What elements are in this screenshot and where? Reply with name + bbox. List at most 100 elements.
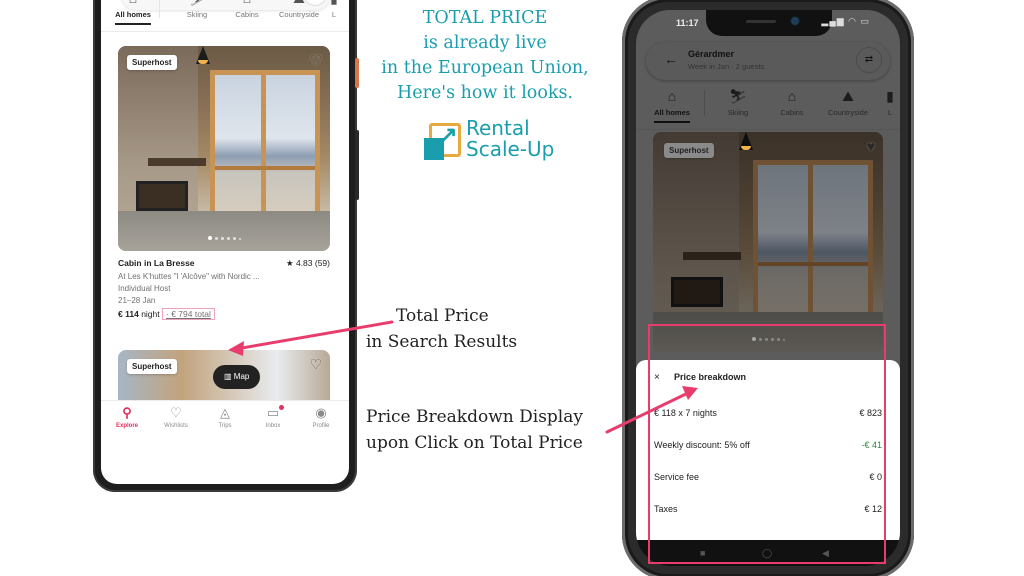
separator: · bbox=[166, 309, 169, 319]
map-icon: ▥ bbox=[224, 372, 232, 381]
heart-icon[interactable]: ♥ bbox=[867, 138, 875, 154]
superhost-badge: Superhost bbox=[664, 143, 714, 158]
category-more[interactable]: ▮ L bbox=[319, 0, 349, 19]
tab-profile[interactable]: ◉ Profile bbox=[297, 405, 345, 429]
expand-arrow-icon: ↗ bbox=[439, 122, 458, 147]
skiing-icon: ⛷ bbox=[169, 0, 225, 8]
category-skiing[interactable]: ⛷ Skiing bbox=[710, 86, 766, 117]
dot bbox=[232, 237, 236, 240]
annotation-line: in Search Results bbox=[366, 332, 518, 352]
dot bbox=[207, 236, 212, 240]
category-label: Skiing bbox=[186, 10, 208, 19]
skiing-icon: ⛷ bbox=[729, 88, 747, 104]
category-cabins[interactable]: ⌂ Cabins bbox=[219, 0, 275, 19]
power-button bbox=[355, 58, 359, 88]
countryside-icon: ⛰ bbox=[842, 88, 854, 104]
headline-line: in the European Union, bbox=[381, 58, 589, 78]
heart-icon: ♡ bbox=[170, 405, 182, 420]
more-icon: ▮ bbox=[886, 88, 894, 104]
tab-inbox[interactable]: ▭ Inbox bbox=[249, 405, 297, 429]
more-icon: ▮ bbox=[319, 0, 349, 8]
heart-icon[interactable]: ♡ bbox=[309, 356, 322, 373]
status-time: 11:17 bbox=[676, 18, 699, 28]
listing-photo[interactable]: Superhost ♥ bbox=[653, 132, 883, 352]
listing-host: Individual Host bbox=[118, 284, 171, 293]
cabin-icon: ⌂ bbox=[219, 0, 275, 8]
listing-info[interactable]: Cabin in La Bresse ★ 4.83 (59) At Les K'… bbox=[118, 258, 330, 320]
tab-label: Inbox bbox=[265, 423, 281, 429]
notch bbox=[706, 10, 832, 36]
filter-icon[interactable]: ⇄ bbox=[856, 47, 882, 73]
dot bbox=[220, 237, 224, 240]
annotation-price-breakdown: Price Breakdown Display upon Click on To… bbox=[366, 404, 583, 456]
night-label: night bbox=[141, 309, 160, 319]
category-all-homes[interactable]: ⌂ All homes bbox=[644, 86, 700, 123]
photo-pagination-dots bbox=[118, 227, 330, 245]
highlight-box bbox=[648, 324, 886, 564]
category-all-homes[interactable]: ⌂ All homes bbox=[105, 0, 161, 25]
photo-chair bbox=[671, 277, 723, 307]
listing-description: At Les K'huttes "l 'Alcôve" with Nordic … bbox=[118, 272, 260, 281]
category-more[interactable]: ▮ L bbox=[880, 86, 900, 117]
category-divider bbox=[704, 90, 705, 116]
photo-table bbox=[683, 252, 741, 260]
back-arrow-icon[interactable]: ← bbox=[664, 51, 678, 67]
category-countryside[interactable]: ⛰ Countryside bbox=[820, 86, 876, 117]
listing-rating: ★ 4.83 (59) bbox=[285, 258, 330, 268]
category-label: Cabins bbox=[780, 108, 804, 117]
tab-wishlists[interactable]: ♡ Wishlists bbox=[152, 405, 200, 429]
tab-label: Profile bbox=[312, 423, 330, 429]
annotation-search-results: Total Price in Search Results bbox=[366, 303, 517, 355]
total-price-link[interactable]: · € 794 total bbox=[162, 308, 215, 320]
tab-trips[interactable]: ◬ Trips bbox=[201, 405, 249, 429]
photo-chair bbox=[136, 181, 188, 211]
dot bbox=[226, 237, 230, 240]
cabin-icon: ⌂ bbox=[787, 88, 797, 104]
tab-label: Explore bbox=[115, 423, 138, 429]
annotation-line: Price Breakdown Display bbox=[366, 407, 583, 427]
photo-window bbox=[210, 70, 320, 220]
logo-line2: Scale-Up bbox=[466, 137, 555, 161]
category-label: Skiing bbox=[727, 108, 749, 117]
listing-photo[interactable]: Superhost ♡ bbox=[118, 46, 330, 251]
status-icons: ▂▄▆ ◠ ▭ bbox=[821, 16, 870, 26]
superhost-badge: Superhost bbox=[127, 55, 177, 70]
heart-icon[interactable]: ♡ bbox=[309, 52, 322, 69]
message-icon: ▭ bbox=[266, 405, 280, 420]
category-label: All homes bbox=[115, 10, 151, 19]
headline-line: Here's how it looks. bbox=[396, 83, 574, 103]
rental-scale-up-logo: ↗ Rental Scale-Up bbox=[424, 118, 564, 164]
logo-wordmark: Rental Scale-Up bbox=[466, 118, 554, 160]
tab-label: Trips bbox=[218, 423, 232, 429]
left-phone-screen: Week in Jan · 2 guests ⌂ All homes ⛷ Ski… bbox=[101, 0, 349, 484]
annotation-line: upon Click on Total Price bbox=[366, 433, 583, 453]
left-phone-frame: Week in Jan · 2 guests ⌂ All homes ⛷ Ski… bbox=[93, 0, 359, 492]
airbnb-icon: ◬ bbox=[220, 405, 230, 420]
notification-dot bbox=[279, 405, 284, 410]
logo-line1: Rental bbox=[466, 116, 530, 140]
category-label: All homes bbox=[654, 108, 690, 117]
tab-label: Wishlists bbox=[164, 423, 188, 429]
category-label: L bbox=[331, 10, 337, 19]
listing-price: € 114 night · € 794 total bbox=[118, 308, 330, 320]
category-cabins[interactable]: ⌂ Cabins bbox=[764, 86, 820, 117]
photo-balcony bbox=[215, 166, 315, 170]
category-label: Countryside bbox=[827, 108, 869, 117]
search-icon: ⚲ bbox=[122, 405, 132, 420]
headline-line: TOTAL PRICE bbox=[422, 8, 548, 28]
tab-explore[interactable]: ⚲ Explore bbox=[103, 405, 151, 429]
category-bar: ⌂ All homes ⛷ Skiing ⌂ Cabins ⛰ Countrys… bbox=[636, 86, 900, 130]
map-button[interactable]: ▥ Map bbox=[213, 365, 261, 389]
profile-icon: ◉ bbox=[315, 405, 327, 420]
listing-dates: 21–28 Jan bbox=[118, 296, 156, 305]
category-divider bbox=[159, 0, 160, 18]
category-label: Cabins bbox=[235, 10, 259, 19]
headline: TOTAL PRICE is already live in the Europ… bbox=[368, 6, 602, 106]
speaker bbox=[746, 20, 776, 23]
map-label: Map bbox=[233, 372, 250, 381]
category-skiing[interactable]: ⛷ Skiing bbox=[169, 0, 225, 19]
bottom-tab-bar: ⚲ Explore ♡ Wishlists ◬ Trips ▭ Inbox ◉ … bbox=[101, 400, 349, 436]
search-bar[interactable]: ← Gérardmer Week in Jan · 2 guests ⇄ bbox=[646, 42, 890, 80]
night-price: € 114 bbox=[118, 309, 139, 319]
photo-lamp bbox=[739, 132, 753, 150]
